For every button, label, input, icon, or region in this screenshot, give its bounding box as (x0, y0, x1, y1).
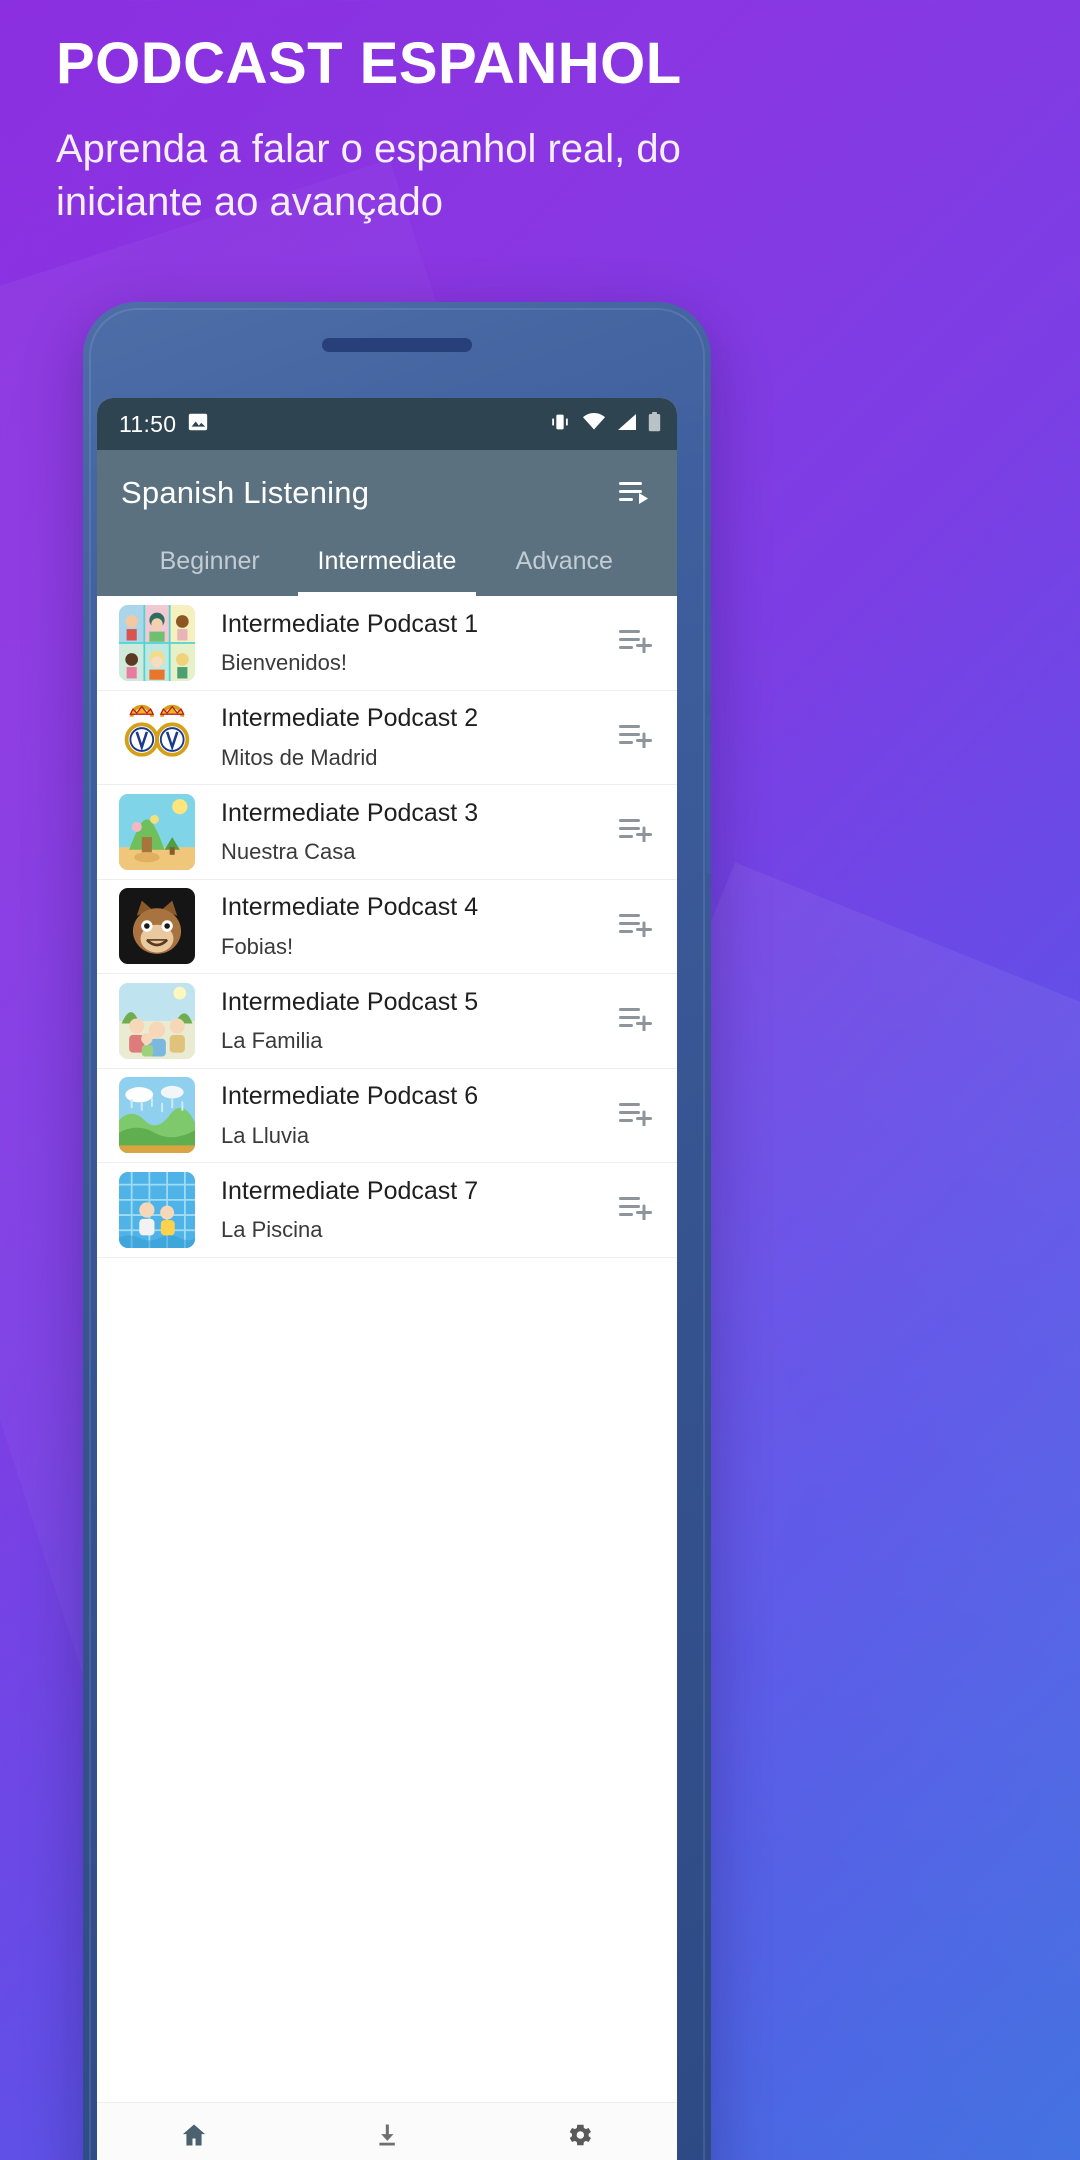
tab-label: Advance (515, 547, 613, 575)
list-item-title: Intermediate Podcast 5 (221, 987, 479, 1016)
list-item-title: Intermediate Podcast 1 (221, 609, 479, 638)
list-item-subtitle: Fobias! (221, 933, 294, 959)
family-thumb (119, 982, 195, 1059)
list-item-subtitle: Mitos de Madrid (221, 744, 378, 770)
signal-icon (617, 413, 637, 436)
promo-banner: PODCAST ESPANHOL Aprenda a falar o espan… (56, 31, 1016, 229)
playlist-add-icon (619, 1008, 653, 1035)
status-bar: 11:50 (97, 398, 677, 450)
tab-advance[interactable]: Advance (476, 547, 653, 596)
playlist-add-button[interactable] (619, 1100, 653, 1131)
tab-label: Beginner (159, 547, 260, 575)
status-time: 11:50 (119, 410, 177, 437)
pool-thumb (119, 1171, 195, 1248)
list-item-title: Intermediate Podcast 4 (221, 893, 479, 922)
rain-landscape-thumb (119, 1077, 195, 1154)
podcast-list: Intermediate Podcast 1 Bienvenidos! Inte… (97, 596, 677, 2102)
nav-item-setting[interactable]: Setting (484, 2103, 677, 2160)
playlist-add-button[interactable] (619, 911, 653, 942)
app-bar: Spanish Listening Beginner Intermediate … (97, 450, 677, 596)
playlist-add-icon (619, 630, 653, 657)
wifi-icon (582, 412, 606, 436)
phone-power-button (706, 714, 711, 874)
list-item-subtitle: Nuestra Casa (221, 839, 356, 865)
dark-cat-thumb (119, 888, 195, 965)
image-icon (187, 411, 209, 438)
house-tree-thumb (119, 793, 195, 870)
app-title: Spanish Listening (121, 475, 370, 510)
bottom-navigation: Home Download Setting (97, 2102, 677, 2160)
playlist-add-button[interactable] (619, 722, 653, 753)
list-item[interactable]: Intermediate Podcast 6 La Lluvia (97, 1069, 677, 1163)
playlist-add-icon (619, 1102, 653, 1130)
list-item-subtitle: La Lluvia (221, 1122, 310, 1148)
list-item[interactable]: Intermediate Podcast 2 Mitos de Madrid (97, 691, 677, 785)
battery-icon (648, 411, 661, 437)
list-item[interactable]: Intermediate Podcast 3 Nuestra Casa (97, 785, 677, 880)
playlist-add-button[interactable] (619, 1194, 653, 1225)
phone-earpiece (322, 338, 472, 352)
vibrate-icon (549, 413, 571, 436)
playlist-add-button[interactable] (619, 627, 653, 658)
list-item-title: Intermediate Podcast 3 (221, 798, 479, 827)
tab-bar: Beginner Intermediate Advance (121, 547, 653, 596)
playlist-add-icon (619, 724, 653, 752)
list-item[interactable]: Intermediate Podcast 4 Fobias! (97, 880, 677, 974)
nav-item-home[interactable]: Home (97, 2103, 290, 2160)
phone-screen: 11:50 Spanish Listening Beginner Interme… (97, 398, 677, 2160)
status-icons-right (549, 411, 661, 437)
playlist-add-icon (619, 819, 653, 846)
list-item-title: Intermediate Podcast 2 (221, 704, 479, 733)
list-item-title: Intermediate Podcast 6 (221, 1082, 479, 1111)
kids-grid-thumb (119, 604, 195, 681)
tab-label: Intermediate (317, 547, 457, 575)
list-item-title: Intermediate Podcast 7 (221, 1176, 479, 1205)
tab-beginner[interactable]: Beginner (121, 547, 298, 596)
list-item[interactable]: Intermediate Podcast 7 La Piscina (97, 1163, 677, 1258)
crests-thumb (119, 699, 195, 776)
phone-volume-button (706, 594, 711, 690)
playlist-add-button[interactable] (619, 1005, 653, 1036)
phone-mockup: 11:50 Spanish Listening Beginner Interme… (83, 302, 711, 2160)
playlist-play-icon (619, 482, 653, 510)
list-item-subtitle: La Familia (221, 1028, 323, 1054)
download-icon (372, 2121, 402, 2154)
list-item[interactable]: Intermediate Podcast 1 Bienvenidos! (97, 596, 677, 691)
banner-title: PODCAST ESPANHOL (56, 31, 682, 96)
list-item[interactable]: Intermediate Podcast 5 La Familia (97, 974, 677, 1069)
list-item-subtitle: La Piscina (221, 1217, 323, 1243)
playlist-add-icon (619, 1197, 653, 1224)
playlist-play-button[interactable] (619, 476, 653, 511)
home-icon (179, 2121, 209, 2154)
banner-subtitle: Aprenda a falar o espanhol real, do inic… (56, 126, 681, 225)
playlist-add-button[interactable] (619, 816, 653, 847)
nav-item-download[interactable]: Download (290, 2103, 483, 2160)
tab-intermediate[interactable]: Intermediate (298, 547, 476, 596)
list-item-subtitle: Bienvenidos! (221, 650, 347, 676)
playlist-add-icon (619, 913, 653, 941)
gear-icon (565, 2121, 595, 2154)
